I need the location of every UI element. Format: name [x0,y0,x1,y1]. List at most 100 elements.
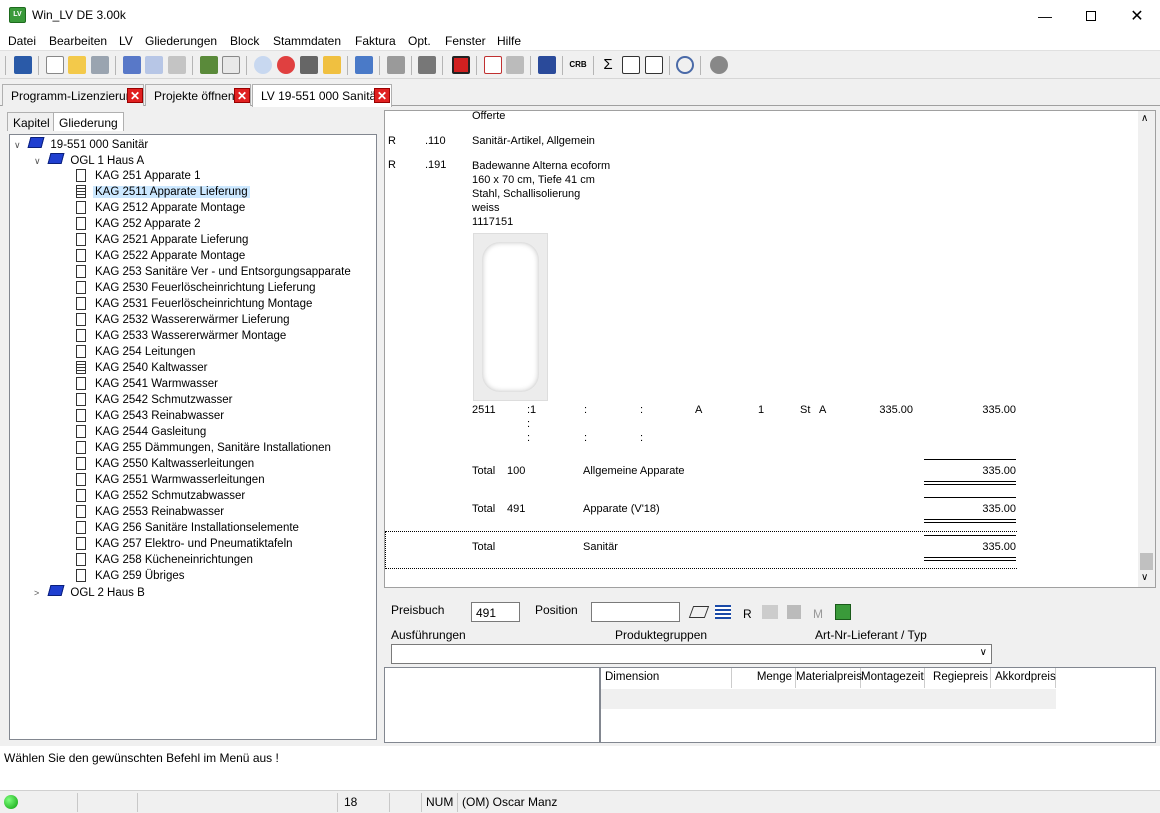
tree-item[interactable]: KAG 257 Elektro- und Pneumatiktafeln [54,537,295,553]
tree-item[interactable]: KAG 2531 Feuerlöscheinrichtung Montage [54,297,314,313]
tree-item[interactable]: KAG 2551 Warmwasserleitungen [54,473,267,489]
tree-item[interactable]: KAG 2533 Wassererwärmer Montage [54,329,288,345]
tree-node-root[interactable]: ∨ 19-551 000 Sanitär [14,137,148,153]
network-icon[interactable] [254,56,272,74]
search-icon[interactable] [676,56,694,74]
menu-stammdaten[interactable]: Stammdaten [273,34,341,48]
menu-fenster[interactable]: Fenster [445,34,486,48]
books-icon[interactable] [200,56,218,74]
document-view[interactable]: Offerte R .110 Sanitär-Artikel, Allgemei… [384,110,1156,588]
tree-item[interactable]: KAG 2521 Apparate Lieferung [54,233,250,249]
close-icon[interactable]: ✕ [374,88,390,103]
tree-item[interactable]: KAG 2550 Kaltwasserleitungen [54,457,256,473]
variant-list[interactable] [384,667,600,743]
maximize-button[interactable] [1068,0,1114,31]
folder-icon[interactable] [323,56,341,74]
users-icon[interactable] [710,56,728,74]
tree-node-group1[interactable]: ∨ OGL 1 Haus A [34,153,144,169]
col-materialpreis[interactable]: Materialpreis [796,668,862,688]
close-icon[interactable]: ✕ [234,88,250,103]
tree-item[interactable]: KAG 258 Kücheneinrichtungen [54,553,255,569]
tree-item[interactable]: KAG 252 Apparate 2 [54,217,203,233]
tree-item[interactable]: KAG 255 Dämmungen, Sanitäre Installation… [54,441,333,457]
tree-item[interactable]: KAG 253 Sanitäre Ver - und Entsorgungsap… [54,265,353,281]
copy-doc-icon[interactable] [506,56,524,74]
sum-icon[interactable]: Σ [599,56,617,74]
tree-item[interactable]: KAG 2543 Reinabwasser [54,409,226,425]
position-field[interactable] [591,602,680,622]
grid-add-icon[interactable] [835,604,851,620]
tree-item[interactable]: KAG 2532 Wassererwärmer Lieferung [54,313,292,329]
menu-datei[interactable]: Datei [8,34,36,48]
tree-item[interactable]: KAG 2552 Schmutzabwasser [54,489,247,505]
tree-node-group2[interactable]: > OGL 2 Haus B [34,585,145,601]
price-grid[interactable]: Dimension Menge Materialpreis Montagezei… [600,667,1156,743]
db-icon[interactable] [222,56,240,74]
calculator-icon[interactable] [300,56,318,74]
tree-item[interactable]: KAG 2541 Warmwasser [54,377,220,393]
menu-hilfe[interactable]: Hilfe [497,34,521,48]
lifebuoy-icon[interactable] [277,56,295,74]
col-regiepreis[interactable]: Regiepreis [925,668,991,688]
preisbuch-field[interactable]: 491 [471,602,520,622]
tree-item[interactable]: KAG 259 Übriges [54,569,187,585]
menu-opt[interactable]: Opt. [408,34,431,48]
report-icon[interactable] [622,56,640,74]
scroll-down-icon[interactable]: ∨ [1141,572,1148,583]
tree-item[interactable]: KAG 2530 Feuerlöscheinrichtung Lieferung [54,281,318,297]
chevron-down-icon[interactable]: ∨ [980,647,987,658]
r-button[interactable]: R [743,607,752,621]
cut-icon[interactable] [123,56,141,74]
close-icon[interactable]: ✕ [127,88,143,103]
copy-icon[interactable] [145,56,163,74]
col-montagezeit[interactable]: Montagezeit [861,668,925,688]
col-akkordpreis[interactable]: Akkordpreis [991,668,1056,688]
grid-icon[interactable] [418,56,436,74]
paste-icon[interactable] [168,56,186,74]
close-window-button[interactable]: ✕ [1114,0,1160,31]
vertical-scrollbar[interactable]: ∧ ∨ [1138,111,1155,587]
tab-programm-lizenzierung[interactable]: Programm-Lizenzierung ✕ [2,84,144,106]
menu-lv[interactable]: LV [119,34,133,48]
window-icon[interactable] [355,56,373,74]
menu-gliederungen[interactable]: Gliederungen [145,34,217,48]
tree-item[interactable]: KAG 2512 Apparate Montage [54,201,247,217]
outline-icon[interactable] [538,56,556,74]
exit-icon[interactable] [14,56,32,74]
tree-item[interactable]: KAG 2540 Kaltwasser [54,361,210,377]
minimize-button[interactable]: — [1022,0,1068,31]
chart-icon[interactable] [645,56,663,74]
open-icon[interactable] [68,56,86,74]
table-row[interactable] [601,689,1056,709]
copy-icon[interactable] [762,605,778,619]
print-icon[interactable] [387,56,405,74]
tree-item[interactable]: KAG 256 Sanitäre Installationselemente [54,521,301,537]
tab-projekte-oeffnen[interactable]: Projekte öffnen ✕ [145,84,251,106]
tab-gliederung[interactable]: Gliederung [53,112,124,131]
crb-icon[interactable]: CRB [567,56,589,74]
menu-faktura[interactable]: Faktura [355,34,396,48]
col-dimension[interactable]: Dimension [601,668,732,688]
col-menge[interactable]: Menge [732,668,796,688]
tree-item[interactable]: KAG 2522 Apparate Montage [54,249,247,265]
scrollbar-thumb[interactable] [1140,553,1153,570]
tree-item[interactable]: KAG 2544 Gasleitung [54,425,208,441]
tab-lv-19-551[interactable]: LV 19-551 000 Sanitär ✕ [252,84,392,107]
new-icon[interactable] [46,56,64,74]
close-red-icon[interactable] [452,56,470,74]
tree-list-icon[interactable] [715,605,731,619]
book-icon[interactable] [688,606,710,618]
chevron-down-icon[interactable]: ∨ [34,156,46,167]
chevron-right-icon[interactable]: > [34,588,46,598]
chevron-down-icon[interactable]: ∨ [14,140,26,151]
save-icon[interactable] [787,605,801,619]
tree-item[interactable]: KAG 2511 Apparate Lieferung [54,185,250,201]
menu-bearbeiten[interactable]: Bearbeiten [49,34,107,48]
tree-item[interactable]: KAG 2542 Schmutzwasser [54,393,234,409]
m-button[interactable]: M [813,607,823,621]
scroll-up-icon[interactable]: ∧ [1141,113,1148,124]
tab-kapitel[interactable]: Kapitel [7,112,56,131]
tree-item[interactable]: KAG 2553 Reinabwasser [54,505,226,521]
ausfuehrungen-dropdown[interactable]: ∨ [391,644,992,664]
menu-block[interactable]: Block [230,34,259,48]
